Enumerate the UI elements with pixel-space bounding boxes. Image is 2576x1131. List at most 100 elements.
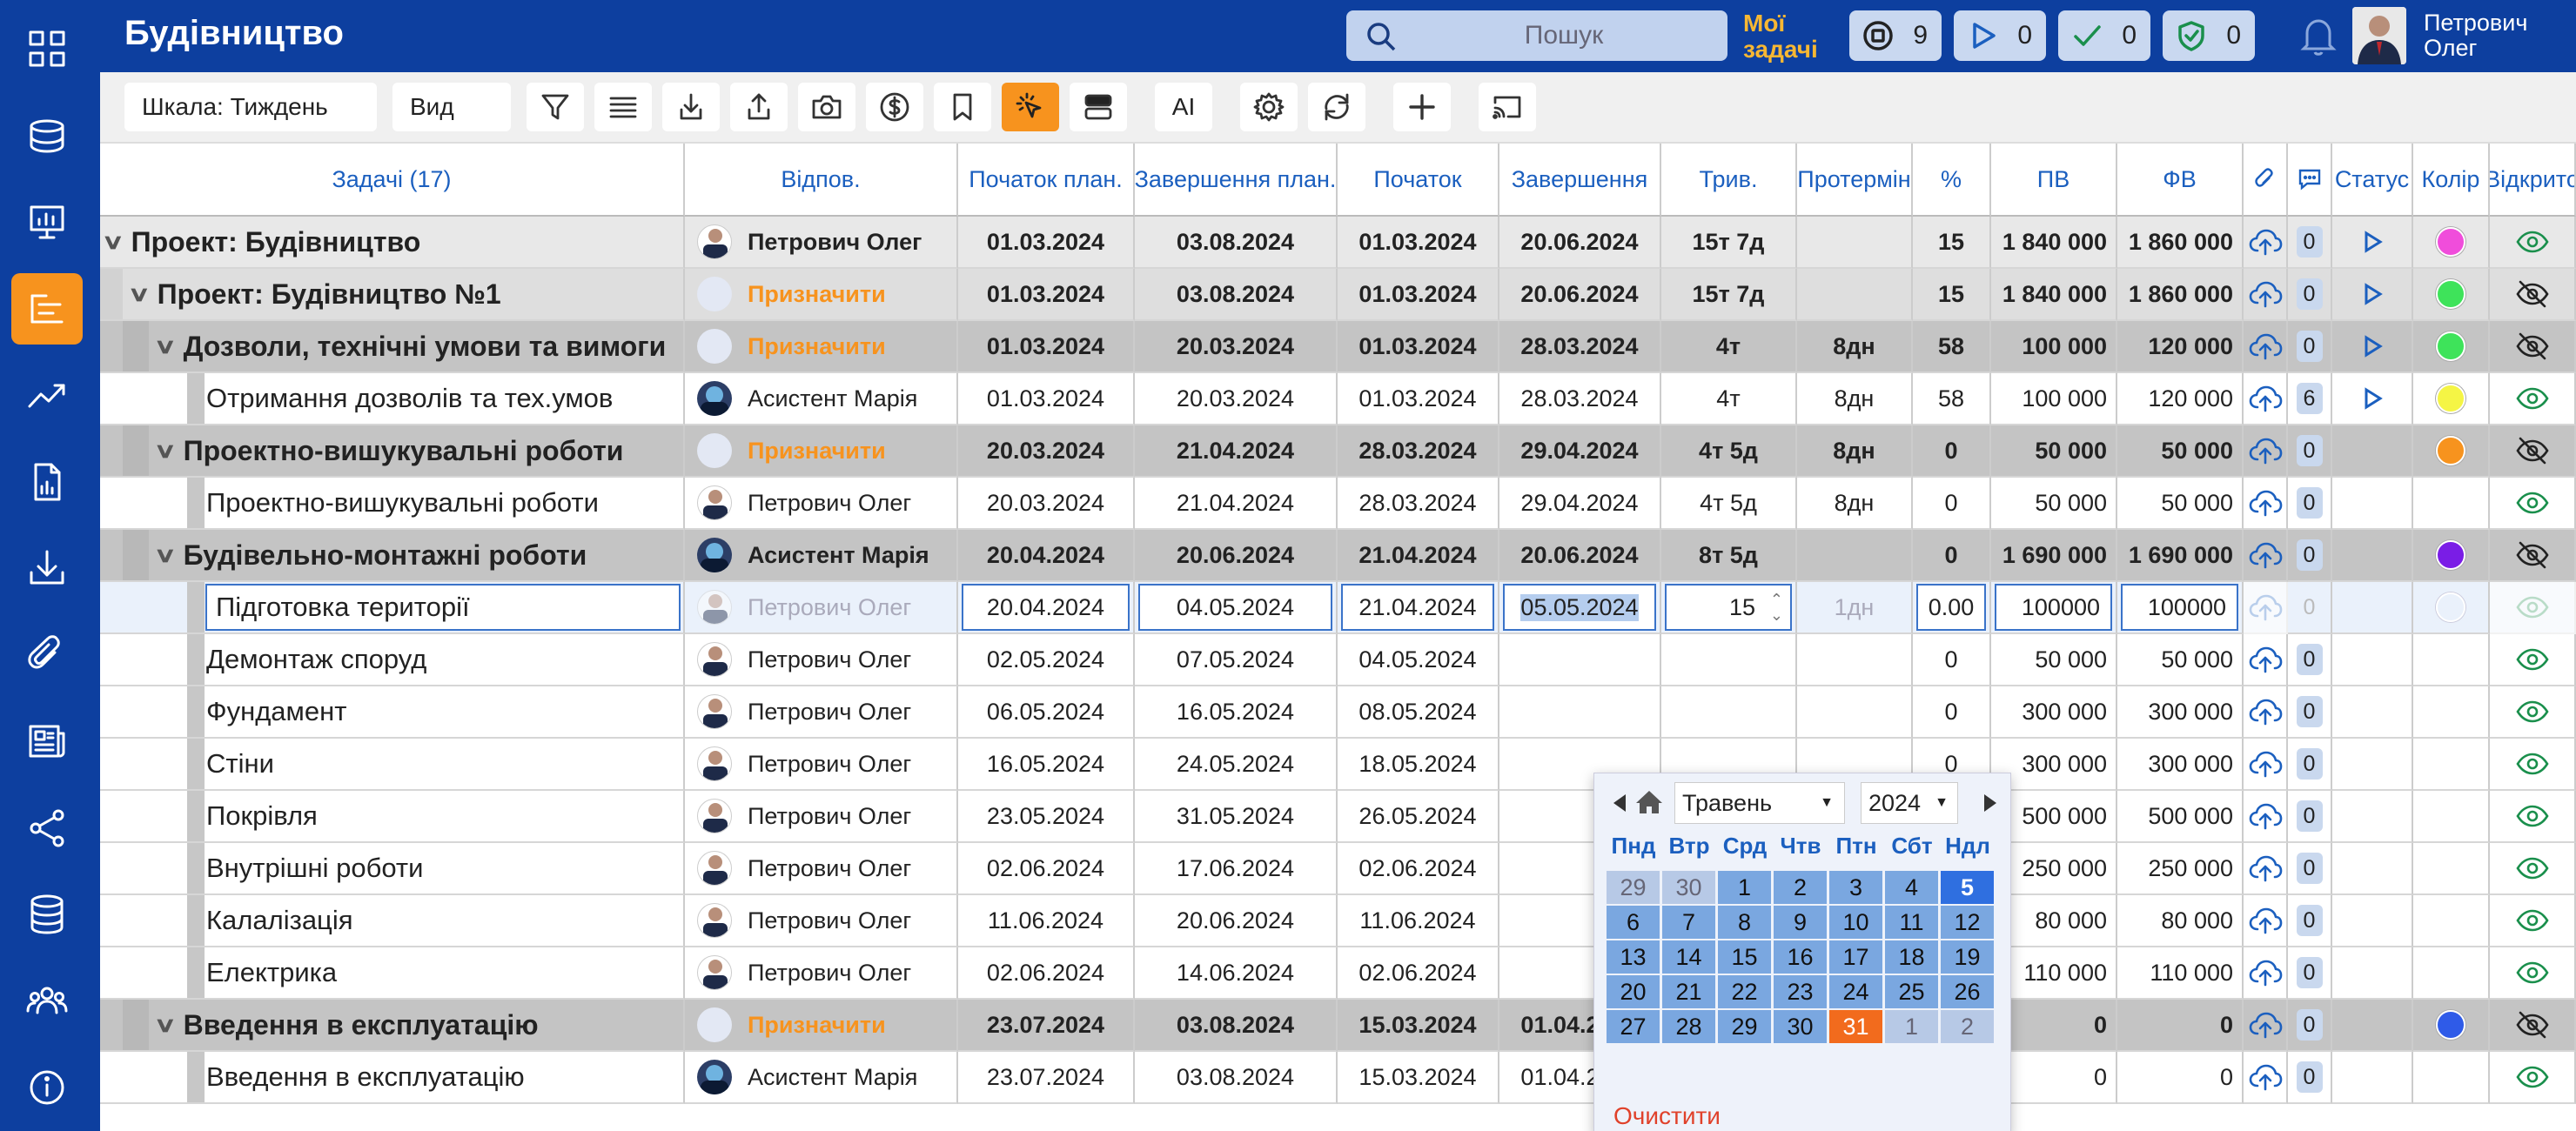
percent-cell[interactable]: 15: [1913, 269, 1991, 321]
chevron-down-icon[interactable]: ∨: [154, 438, 177, 464]
calendar-day[interactable]: 15: [1718, 940, 1771, 974]
plan-end-cell[interactable]: 17.06.2024: [1135, 843, 1338, 895]
sidebar-item-gantt-list[interactable]: [11, 272, 83, 345]
plan-start-cell[interactable]: 23.05.2024: [958, 791, 1135, 843]
attachment-cell[interactable]: [2244, 373, 2288, 425]
start-cell[interactable]: 08.05.2024: [1338, 686, 1499, 739]
percent-cell[interactable]: 58: [1913, 373, 1991, 425]
responsible-cell[interactable]: Петрович Олег: [685, 895, 958, 947]
calendar-day[interactable]: 24: [1829, 975, 1882, 1008]
table-row[interactable]: Стіни Петрович Олег 16.05.2024 24.05.2024 18…: [100, 739, 2576, 791]
export-button[interactable]: [730, 83, 788, 131]
plan-start-cell[interactable]: 01.03.2024: [958, 373, 1135, 425]
color-cell[interactable]: [2413, 373, 2490, 425]
table-row[interactable]: Демонтаж споруд Петрович Олег 02.05.2024 07…: [100, 634, 2576, 686]
calendar-day[interactable]: 2: [1774, 871, 1827, 904]
attachment-cell[interactable]: [2244, 1052, 2288, 1104]
calendar-day[interactable]: 18: [1885, 940, 1938, 974]
responsible-cell[interactable]: Петрович Олег: [685, 634, 958, 686]
attachment-cell[interactable]: [2244, 739, 2288, 791]
plan-start-cell[interactable]: 06.05.2024: [958, 686, 1135, 739]
plan-start-cell[interactable]: 23.07.2024: [958, 1052, 1135, 1104]
comment-count-badge[interactable]: 0: [2296, 1009, 2323, 1041]
pv-cell[interactable]: 1 840 000: [1991, 217, 2117, 269]
calendar-day[interactable]: 21: [1662, 975, 1715, 1008]
table-row[interactable]: ∨ Будівельно-монтажні роботи Асистент Марі…: [100, 530, 2576, 582]
duration-cell[interactable]: 15 ⌃ ⌄: [1661, 582, 1797, 634]
responsible-cell[interactable]: Призначити: [685, 321, 958, 373]
status-cell[interactable]: [2332, 582, 2413, 634]
overdue-cell[interactable]: 8дн: [1797, 321, 1913, 373]
plan-end-cell[interactable]: 20.06.2024: [1135, 895, 1338, 947]
column-header-start[interactable]: Початок: [1338, 144, 1499, 217]
task-name-cell[interactable]: Внутрішні роботи: [100, 843, 685, 895]
task-name-cell[interactable]: Стіни: [100, 739, 685, 791]
responsible-cell[interactable]: Призначити: [685, 1000, 958, 1052]
calendar-day[interactable]: 10: [1829, 906, 1882, 939]
comment-count-badge[interactable]: 0: [2296, 800, 2323, 832]
comments-cell[interactable]: 0: [2288, 739, 2332, 791]
overdue-cell[interactable]: [1797, 686, 1913, 739]
plan-end-cell[interactable]: 03.08.2024: [1135, 1052, 1338, 1104]
color-swatch[interactable]: [2436, 331, 2465, 361]
column-header-comments[interactable]: [2288, 144, 2332, 217]
comments-cell[interactable]: 0: [2288, 843, 2332, 895]
visibility-cell[interactable]: [2490, 1052, 2576, 1104]
color-swatch[interactable]: [2436, 384, 2465, 413]
stepper-icon[interactable]: ⌃ ⌄: [1770, 592, 1783, 623]
pv-cell[interactable]: 300 000: [1991, 686, 2117, 739]
calendar-day[interactable]: 3: [1829, 871, 1882, 904]
fv-cell[interactable]: 120 000: [2117, 373, 2244, 425]
color-swatch[interactable]: [2436, 279, 2465, 309]
comment-count-badge[interactable]: 0: [2296, 539, 2323, 571]
color-cell[interactable]: [2413, 739, 2490, 791]
color-cell[interactable]: [2413, 1000, 2490, 1052]
status-cell[interactable]: [2332, 739, 2413, 791]
settings-button[interactable]: [1240, 83, 1298, 131]
start-cell[interactable]: 01.03.2024: [1338, 321, 1499, 373]
fv-cell[interactable]: 100000: [2117, 582, 2244, 634]
task-name-cell[interactable]: Калалізація: [100, 895, 685, 947]
color-swatch[interactable]: [2436, 540, 2465, 570]
sidebar-item-share[interactable]: [11, 793, 83, 864]
comment-count-badge[interactable]: 6: [2296, 383, 2323, 414]
responsible-cell[interactable]: Петрович Олег: [685, 791, 958, 843]
comment-count-badge[interactable]: 0: [2296, 331, 2323, 362]
calendar-day[interactable]: 14: [1662, 940, 1715, 974]
end-input[interactable]: 05.05.2024: [1503, 584, 1656, 631]
import-button[interactable]: [662, 83, 720, 131]
end-cell[interactable]: 29.04.2024: [1499, 478, 1661, 530]
overdue-cell[interactable]: 1дн: [1797, 582, 1913, 634]
color-cell[interactable]: [2413, 634, 2490, 686]
comment-count-badge[interactable]: 0: [2296, 487, 2323, 519]
status-cell[interactable]: [2332, 269, 2413, 321]
responsible-cell[interactable]: Петрович Олег: [685, 739, 958, 791]
sidebar-item-download[interactable]: [11, 532, 83, 604]
start-cell[interactable]: 21.04.2024: [1338, 582, 1499, 634]
comments-cell[interactable]: 0: [2288, 217, 2332, 269]
notifications-bell[interactable]: [2293, 10, 2344, 61]
task-name-cell[interactable]: Покрівля: [100, 791, 685, 843]
pv-cell[interactable]: 100000: [1991, 582, 2117, 634]
percent-cell[interactable]: 0: [1913, 530, 1991, 582]
task-name-cell[interactable]: Введення в експлуатацію: [100, 1052, 685, 1104]
plan-end-cell[interactable]: 20.03.2024: [1135, 321, 1338, 373]
status-cell[interactable]: [2332, 478, 2413, 530]
task-name-cell[interactable]: ∨ Введення в експлуатацію: [100, 1000, 685, 1052]
fv-cell[interactable]: 300 000: [2117, 739, 2244, 791]
task-name-input[interactable]: Підготовка території: [205, 584, 681, 631]
status-cell[interactable]: [2332, 1052, 2413, 1104]
status-cell[interactable]: [2332, 373, 2413, 425]
color-cell[interactable]: [2413, 686, 2490, 739]
fv-input[interactable]: 100000: [2121, 584, 2238, 631]
sidebar-item-info[interactable]: [11, 1052, 83, 1123]
comments-cell[interactable]: 0: [2288, 634, 2332, 686]
end-cell[interactable]: [1499, 634, 1661, 686]
comments-cell[interactable]: 0: [2288, 686, 2332, 739]
attachment-cell[interactable]: [2244, 895, 2288, 947]
plan-end-cell[interactable]: 20.03.2024: [1135, 373, 1338, 425]
percent-cell[interactable]: 0: [1913, 686, 1991, 739]
task-name-cell[interactable]: Проектно-вишукувальні роботи: [100, 478, 685, 530]
fv-cell[interactable]: 250 000: [2117, 843, 2244, 895]
responsible-cell[interactable]: Призначити: [685, 269, 958, 321]
